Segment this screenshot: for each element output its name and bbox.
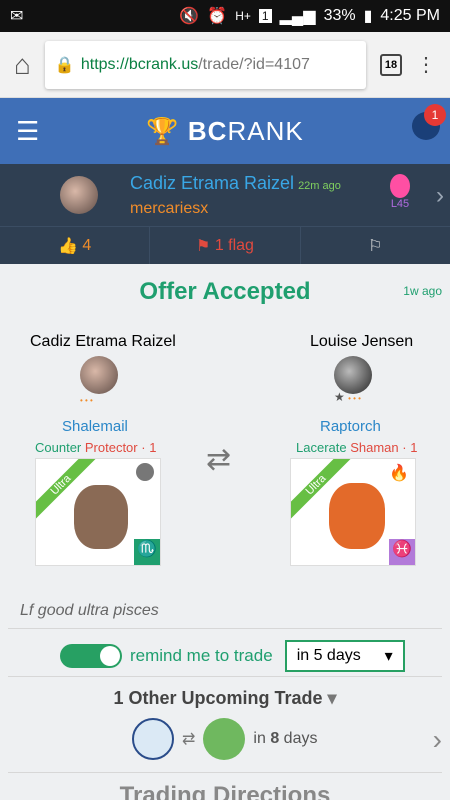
upcoming-trade-header[interactable]: 1 Other Upcoming Trade ▾ — [0, 688, 450, 709]
hamburger-menu-icon[interactable]: ☰ — [16, 116, 39, 147]
divider — [8, 628, 442, 629]
url-host: https://bcrank.us — [80, 55, 199, 73]
level-label: L45 — [390, 198, 410, 210]
left-owner-name: Cadiz Etrama Raizel — [30, 333, 176, 350]
mail-icon: ✉ — [10, 8, 24, 25]
zodiac-icon: ♏ — [134, 539, 160, 565]
sim-indicator: 1 — [258, 9, 272, 23]
chevron-down-icon: ▾ — [327, 688, 337, 708]
level-avatar — [390, 174, 410, 198]
remind-label: remind me to trade — [130, 646, 273, 665]
browser-toolbar: ⌂ 🔒 https://bcrank.us /trade/?id=4107 18… — [0, 32, 450, 98]
pet-image — [329, 483, 385, 549]
right-pet-name[interactable]: Raptorch — [320, 418, 381, 435]
url-path: /trade/?id=4107 — [198, 55, 310, 73]
mute-icon: 🔇 — [179, 8, 200, 25]
lock-icon: 🔒 — [54, 56, 75, 74]
trophy-icon: 🏆 — [146, 115, 180, 146]
left-owner-rating: • • • — [80, 396, 93, 405]
action-bar: 👍 4 ⚑ 1 flag ⚐ — [0, 226, 450, 264]
divider — [8, 676, 442, 677]
right-pet-card[interactable]: Ultra 🔥 ♓ — [290, 458, 416, 566]
alarm-icon: ⏰ — [207, 8, 228, 25]
trade-status: Offer Accepted — [139, 278, 311, 305]
overflow-menu-icon[interactable]: ⋮ — [416, 52, 436, 77]
upcoming-days: in 8 days — [253, 730, 318, 747]
trade-user-name[interactable]: Cadiz Etrama Raizel — [130, 173, 294, 193]
right-owner-name: Louise Jensen — [310, 333, 414, 350]
flag-button[interactable]: ⚑ 1 flag — [150, 227, 301, 264]
divider — [8, 772, 442, 773]
report-flag-button[interactable]: ⚐ — [301, 227, 450, 264]
brand-title: 🏆 BCRANK — [146, 115, 304, 146]
trade-note: Lf good ultra pisces — [20, 602, 159, 619]
battery-icon: ▮ — [363, 8, 373, 25]
thumbs-up-icon: 👍 — [58, 237, 78, 255]
status-bar: ✉ 🔇 ⏰ H+ 1 ▂▄▆ 33% ▮ 4:25 PM — [0, 0, 450, 32]
swap-arrows-icon: ⇄ — [182, 731, 196, 748]
chevron-right-icon[interactable]: › — [436, 182, 444, 210]
avatar[interactable] — [60, 176, 98, 214]
right-owner-avatar[interactable] — [334, 356, 372, 394]
remind-select[interactable]: in 5 days ▾ — [284, 640, 405, 672]
upcoming-chevron-right-icon[interactable]: › — [433, 724, 442, 756]
left-owner-avatar[interactable] — [80, 356, 118, 394]
clock: 4:25 PM — [380, 7, 440, 24]
left-pet-name[interactable]: Shalemail — [62, 418, 128, 435]
notification-badge: 1 — [424, 104, 446, 126]
like-button[interactable]: 👍 4 — [0, 227, 151, 264]
upcoming-pet-left — [132, 718, 174, 760]
right-pet-traits: Lacerate Shaman · 1 — [296, 440, 418, 455]
swap-arrows-icon: ⇄ — [206, 443, 232, 476]
remind-toggle[interactable] — [60, 644, 122, 668]
home-icon[interactable]: ⌂ — [14, 49, 31, 81]
network-icon: H+ — [235, 9, 251, 23]
white-flag-icon: ⚐ — [368, 237, 383, 255]
notifications-button[interactable]: 1 — [412, 104, 446, 140]
app-header: ☰ 🏆 BCRANK 1 — [0, 98, 450, 164]
pet-image — [74, 485, 128, 549]
tab-count-button[interactable]: 18 — [380, 53, 402, 76]
rock-element-icon — [136, 463, 154, 481]
left-pet-card[interactable]: Ultra ♏ — [35, 458, 161, 566]
trade-time: 22m ago — [298, 179, 341, 192]
dropdown-caret-icon: ▾ — [384, 648, 393, 665]
flag-icon: ⚑ — [196, 237, 211, 255]
url-bar[interactable]: 🔒 https://bcrank.us /trade/?id=4107 — [44, 40, 366, 89]
fire-element-icon: 🔥 — [389, 465, 409, 482]
trade-user-bar: Cadiz Etrama Raizel 22m ago mercariesx L4… — [0, 164, 450, 226]
zodiac-icon: ♓ — [389, 539, 415, 565]
trade-user-subname: mercariesx — [130, 199, 209, 217]
battery-percent: 33% — [323, 7, 356, 24]
right-owner-rating: ★ • • • — [334, 390, 361, 404]
left-pet-traits: Counter Protector · 1 — [35, 440, 157, 455]
signal-icon: ▂▄▆ — [279, 8, 316, 25]
trade-age: 1w ago — [403, 284, 442, 298]
upcoming-pet-right — [203, 718, 246, 760]
trading-directions-title: Trading Directions — [119, 782, 331, 800]
